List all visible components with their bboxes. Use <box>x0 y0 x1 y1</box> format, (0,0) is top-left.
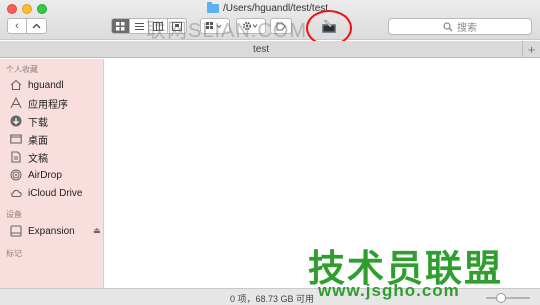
sidebar-item-label: 下载 <box>28 117 48 129</box>
sidebar-item-expansion[interactable]: Expansion <box>10 223 75 239</box>
drive-icon <box>10 225 22 237</box>
sidebar-section-favorites: 个人收藏 <box>6 65 38 74</box>
sidebar-item-documents[interactable]: 文稿 <box>10 149 48 165</box>
grid-icon <box>116 21 125 30</box>
sidebar-item-airdrop[interactable]: AirDrop <box>10 167 62 183</box>
site-watermark: 联网SLIAN.COM <box>146 20 308 42</box>
back-button[interactable]: ‹ <box>7 18 27 34</box>
sidebar-item-label: hguandl <box>28 79 64 91</box>
sidebar-item-hguandl[interactable]: hguandl <box>10 77 64 93</box>
desktop-icon <box>10 133 22 145</box>
sidebar-item-label: AirDrop <box>28 169 62 181</box>
minimize-window-button[interactable] <box>22 4 32 14</box>
sidebar-item-label: 文稿 <box>28 153 48 165</box>
search-placeholder: 搜索 <box>457 23 477 34</box>
list-icon <box>134 22 144 30</box>
sidebar-item-label: Expansion <box>28 225 75 237</box>
sidebar-item-desktop[interactable]: 桌面 <box>10 131 48 147</box>
tab-test[interactable]: test <box>0 41 522 57</box>
sidebar-item-downloads[interactable]: 下载 <box>10 113 48 129</box>
close-window-button[interactable] <box>7 4 17 14</box>
icon-size-slider[interactable] <box>486 293 530 303</box>
cloud-icon <box>10 187 22 199</box>
home-icon <box>10 79 22 91</box>
status-text: 0 项，68.73 GB 可用 <box>230 294 315 304</box>
airdrop-icon <box>10 169 22 181</box>
zoom-window-button[interactable] <box>37 4 47 14</box>
sidebar-item-label: iCloud Drive <box>28 187 83 199</box>
sidebar: 个人收藏 hguandl 应用程序 下载 桌面 文稿 AirDrop iClou… <box>0 59 104 305</box>
chevron-left-icon: ‹ <box>15 20 19 32</box>
applications-icon <box>10 97 22 109</box>
finder-window: /Users/hguandl/test/test ‹ 搜索 联网SLIAN.CO… <box>0 0 540 305</box>
sidebar-section-devices: 设备 <box>6 210 22 219</box>
new-tab-button[interactable]: + <box>522 41 540 57</box>
icon-view-button[interactable] <box>111 18 130 34</box>
forward-button[interactable] <box>27 18 47 34</box>
eject-icon[interactable]: ⏏ <box>93 226 101 235</box>
sidebar-item-label: 桌面 <box>28 135 48 147</box>
window-title-text: /Users/hguandl/test/test <box>223 3 329 14</box>
sidebar-item-label: 应用程序 <box>28 99 68 111</box>
folder-icon <box>207 2 219 13</box>
toolbar: /Users/hguandl/test/test ‹ 搜索 联网SLIAN.CO… <box>0 0 540 46</box>
brand-watermark-url: www.jsgho.com <box>318 281 460 300</box>
slider-knob[interactable] <box>496 293 506 303</box>
chevron-up-icon <box>32 23 41 28</box>
documents-icon <box>10 151 22 163</box>
search-icon <box>443 21 453 31</box>
sidebar-item-icloud-drive[interactable]: iCloud Drive <box>10 185 82 201</box>
tab-bar: test + <box>0 41 540 58</box>
search-field[interactable]: 搜索 <box>388 18 532 35</box>
navigation-buttons: ‹ <box>7 18 47 34</box>
downloads-icon <box>10 115 22 127</box>
sidebar-item-applications[interactable]: 应用程序 <box>10 95 68 111</box>
sidebar-section-tags: 标记 <box>6 249 22 258</box>
